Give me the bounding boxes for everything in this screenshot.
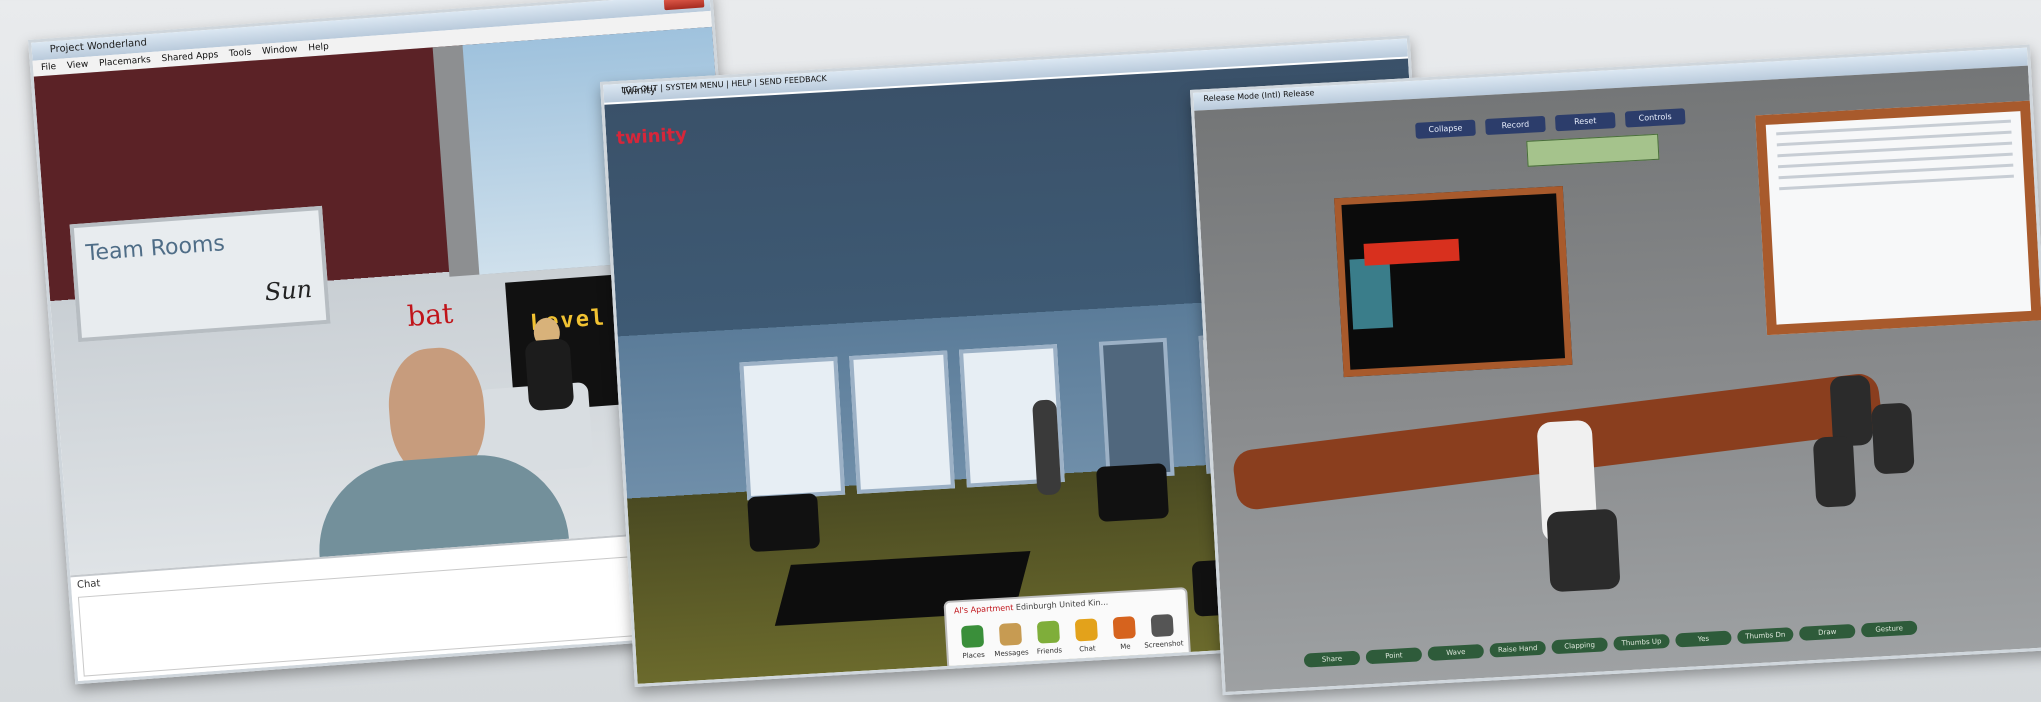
wave-button[interactable]: Wave: [1427, 643, 1485, 661]
sign-text: Team Rooms: [84, 231, 226, 267]
dock-label: Friends: [1036, 646, 1063, 656]
controls-button[interactable]: Controls: [1624, 108, 1686, 128]
doorway: [1098, 337, 1175, 480]
point-button[interactable]: Point: [1365, 647, 1423, 665]
dock-label: Chat: [1079, 644, 1096, 654]
dock-screenshot-button[interactable]: Screenshot: [1143, 613, 1184, 650]
friends-icon: [1036, 620, 1061, 644]
menu-window[interactable]: Window: [262, 44, 298, 57]
chat-label: Chat: [76, 578, 101, 591]
dock-messages-button[interactable]: Messages: [991, 622, 1031, 658]
yes-button[interactable]: Yes: [1675, 630, 1732, 648]
avatar-nametag: bat: [406, 296, 455, 333]
thumbs-up-button[interactable]: Thumbs Up: [1613, 633, 1670, 651]
menu-shared-apps[interactable]: Shared Apps: [161, 50, 218, 64]
dock-places-button[interactable]: Places: [953, 624, 993, 660]
dock-label: Messages: [994, 648, 1029, 659]
3d-viewport[interactable]: Collapse Record Reset Controls Share Poi…: [1194, 65, 2041, 692]
team-rooms-sign: Team Rooms Sun: [69, 205, 331, 343]
room-window: [739, 356, 846, 501]
seated-avatar: [524, 338, 575, 412]
thumbs-down-button[interactable]: Thumbs Dn: [1737, 627, 1794, 645]
globe-icon: [960, 624, 985, 649]
chat-icon: [1074, 618, 1098, 642]
dock-label: Me: [1119, 642, 1131, 651]
menu-file[interactable]: File: [41, 62, 57, 73]
doppler-band: [1363, 238, 1460, 266]
reset-button[interactable]: Reset: [1554, 112, 1616, 132]
ultrasound-display: [1334, 185, 1573, 378]
sun-logo: Sun: [263, 274, 314, 307]
dock-me-button[interactable]: Me: [1105, 616, 1145, 652]
office-chair: [1812, 435, 1857, 508]
twinity-logo: twinity: [615, 124, 688, 150]
window-controls[interactable]: [663, 0, 705, 11]
office-chair: [1546, 508, 1621, 593]
armchair: [747, 493, 821, 553]
menu-help[interactable]: Help: [308, 42, 329, 53]
document-display: [1755, 100, 2041, 336]
dock-chat-button[interactable]: Chat: [1067, 618, 1107, 654]
window-tab[interactable]: Release Mode (Intl) Release: [1203, 88, 1314, 103]
location-name: Al's Apartment: [953, 603, 1014, 616]
gesture-button[interactable]: Gesture: [1860, 620, 1918, 638]
dock-label: Places: [962, 650, 985, 661]
person-icon: [1112, 616, 1136, 640]
scan-panel: [1349, 257, 1394, 330]
draw-button[interactable]: Draw: [1798, 623, 1856, 641]
envelope-icon: [998, 622, 1023, 646]
armchair: [1095, 463, 1170, 522]
location-city: Edinburgh United Kin...: [1015, 597, 1109, 612]
dock-friends-button[interactable]: Friends: [1029, 620, 1069, 656]
dock-label: Screenshot: [1144, 639, 1184, 650]
raise-hand-button[interactable]: Raise Hand: [1489, 640, 1547, 658]
menu-tools[interactable]: Tools: [229, 48, 252, 60]
record-button[interactable]: Record: [1485, 115, 1546, 136]
room-window: [849, 350, 955, 494]
share-button[interactable]: Share: [1303, 650, 1361, 668]
camera-icon: [1150, 613, 1174, 638]
menu-placemarks[interactable]: Placemarks: [99, 55, 151, 69]
location-label: Al's Apartment Edinburgh United Kin...: [954, 598, 1109, 616]
timeline-slider[interactable]: [1526, 133, 1660, 167]
twinity-dock: Al's Apartment Edinburgh United Kin... P…: [943, 587, 1192, 687]
office-chair: [1871, 402, 1915, 475]
clapping-button[interactable]: Clapping: [1551, 637, 1608, 655]
conference-window: Release Mode (Intl) Release Collapse Rec…: [1190, 44, 2041, 696]
menu-view[interactable]: View: [67, 60, 89, 72]
collapse-button[interactable]: Collapse: [1415, 119, 1476, 139]
